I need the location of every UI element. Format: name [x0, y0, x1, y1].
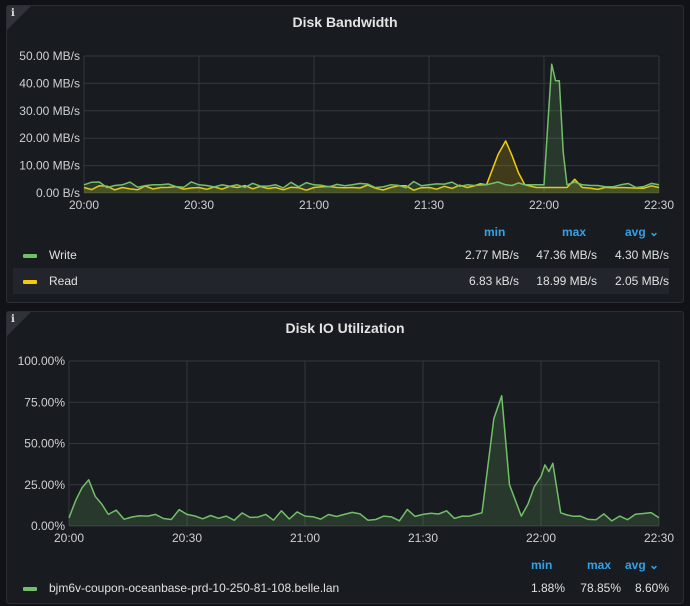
y-tick-label: 30.00 MB/s [19, 104, 80, 118]
series-line-0[interactable] [68, 394, 660, 522]
y-tick-label: 10.00 MB/s [19, 159, 80, 173]
legend-min-value: 2.77 MB/s [464, 248, 519, 262]
legend-header-avg[interactable]: avg ⌄ [625, 558, 659, 572]
x-tick-label: 20:00 [54, 531, 84, 545]
legend-min-value: 6.83 kB/s [468, 274, 519, 288]
y-tick-label: 50.00 MB/s [19, 49, 80, 63]
x-tick-label: 21:30 [408, 531, 438, 545]
x-tick-label: 20:00 [69, 198, 99, 212]
legend-swatch-read [23, 280, 37, 284]
legend-min-value: 1.88% [530, 581, 565, 595]
legend-series-name[interactable]: Write [49, 248, 77, 262]
legend-row-utilization[interactable]: bjm6v-coupon-oceanbase-prd-10-250-81-108… [13, 575, 669, 601]
x-tick-label: 22:00 [529, 198, 559, 212]
x-tick-label: 21:30 [414, 198, 444, 212]
legend-avg-value: 8.60% [634, 581, 669, 595]
disk-bandwidth-chart[interactable]: 50.00 MB/s 40.00 MB/s 30.00 MB/s 20.00 MB/s… [7, 6, 685, 226]
legend-header-max[interactable]: max [587, 558, 611, 572]
disk-io-utilization-panel: i Disk IO Utilization 100.00% 75.00% 50.00… [6, 311, 684, 604]
legend-max-value: 78.85% [580, 581, 621, 595]
disk-bandwidth-panel: i Disk Bandwidth 50.00 MB/s 40.00 MB/s 30.… [6, 5, 684, 303]
legend-header-max[interactable]: max [562, 225, 586, 239]
disk-io-utilization-chart[interactable]: 100.00%75.00%50.00%25.00%0.00%20:00 20:30… [7, 312, 685, 552]
x-tick-label: 22:00 [526, 531, 556, 545]
series-area-0 [69, 395, 659, 526]
y-tick-label: 75.00% [24, 395, 65, 409]
legend-avg-value: 2.05 MB/s [614, 274, 669, 288]
legend-swatch-utilization [23, 587, 37, 591]
x-tick-label: 22:30 [644, 198, 674, 212]
legend-max-value: 47.36 MB/s [536, 248, 597, 262]
legend-swatch-write [23, 254, 37, 258]
legend-series-name[interactable]: Read [49, 274, 78, 288]
x-tick-label: 21:00 [290, 531, 320, 545]
y-tick-label: 25.00% [24, 478, 65, 492]
legend-header-min[interactable]: min [484, 225, 505, 239]
legend-max-value: 18.99 MB/s [536, 274, 597, 288]
y-tick-label: 50.00% [24, 437, 65, 451]
x-tick-label: 20:30 [172, 531, 202, 545]
legend-row-write[interactable]: Write 2.77 MB/s 47.36 MB/s 4.30 MB/s [13, 242, 669, 268]
legend-series-name[interactable]: bjm6v-coupon-oceanbase-prd-10-250-81-108… [49, 581, 339, 595]
legend-row-read[interactable]: Read 6.83 kB/s 18.99 MB/s 2.05 MB/s [13, 268, 669, 294]
y-tick-label: 40.00 MB/s [19, 76, 80, 90]
y-tick-label: 20.00 MB/s [19, 131, 80, 145]
legend-header-avg[interactable]: avg ⌄ [625, 225, 659, 239]
series-line-0[interactable] [83, 63, 660, 189]
x-tick-label: 20:30 [184, 198, 214, 212]
y-tick-label: 100.00% [18, 354, 66, 368]
x-tick-label: 21:00 [299, 198, 329, 212]
x-tick-label: 22:30 [644, 531, 674, 545]
legend-header-min[interactable]: min [531, 558, 552, 572]
legend-avg-value: 4.30 MB/s [614, 248, 669, 262]
